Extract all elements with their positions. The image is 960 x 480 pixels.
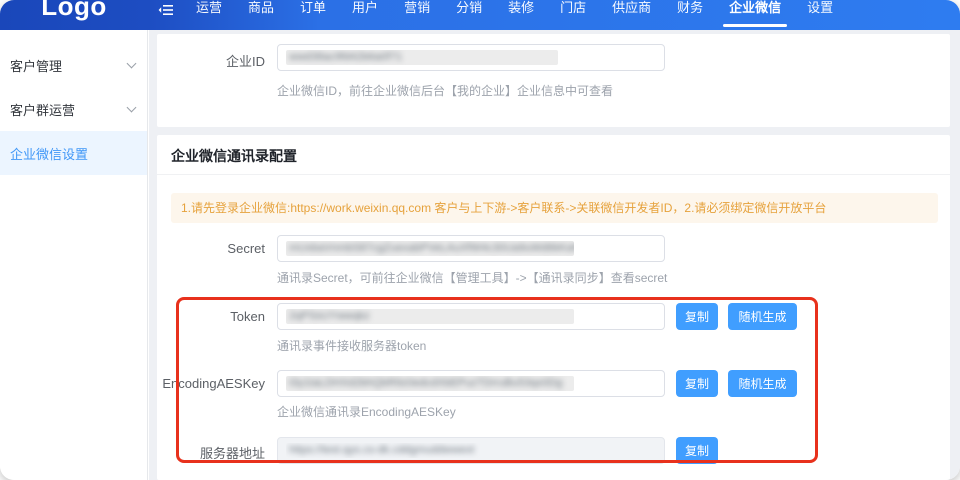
- token-random-generate-button[interactable]: 随机生成: [728, 303, 797, 330]
- top-navigation-bar: Logo 运营 商品 订单 用户 营销 分销 装修 门店 供应商 财务 企业微信…: [0, 0, 960, 30]
- corp-id-input[interactable]: wwd38ac9fd42b6a0f71: [277, 44, 665, 71]
- main-content: 企业ID wwd38ac9fd42b6a0f71 企业微信ID，前往企业微信后台…: [149, 30, 960, 480]
- corp-id-card: 企业ID wwd38ac9fd42b6a0f71 企业微信ID，前往企业微信后台…: [157, 34, 950, 127]
- app-window: Logo 运营 商品 订单 用户 营销 分销 装修 门店 供应商 财务 企业微信…: [0, 0, 960, 480]
- token-help: 通讯录事件接收服务器token: [277, 337, 426, 354]
- server-url-label: 服务器地址: [157, 443, 265, 462]
- secret-label: Secret: [157, 241, 265, 256]
- encoding-aes-key-help: 企业微信通讯录EncodingAESKey: [277, 403, 456, 420]
- logo[interactable]: Logo: [0, 0, 148, 30]
- secret-input[interactable]: mUxbaVnmbS87cgZuexabPVeLAuXfW4c30Ua9uWd6…: [277, 235, 665, 262]
- sidebar-item-label: 客户管理: [10, 56, 62, 75]
- nav-item-shezhi[interactable]: 设置: [794, 0, 846, 20]
- sidebar-item-customer-group-ops[interactable]: 客户群运营: [0, 87, 147, 131]
- token-label: Token: [157, 309, 265, 324]
- redacted-value: 2qPSsUYwwqkz: [286, 309, 574, 324]
- chevron-down-icon: [127, 102, 137, 112]
- encoding-aes-key-input[interactable]: t3y1taLDHXd2bhQbR9z0edcdXbEPuzTDrruBu53q…: [277, 370, 665, 397]
- contact-config-card: 企业微信通讯录配置 1.请先登录企业微信:https://work.weixin…: [157, 135, 950, 480]
- nav-item-dingdan[interactable]: 订单: [287, 0, 339, 20]
- token-input[interactable]: 2qPSsUYwwqkz: [277, 303, 665, 330]
- sidebar: 客户管理 客户群运营 企业微信设置: [0, 30, 148, 480]
- redacted-value: t3y1taLDHXd2bhQbR9z0edcdXbEPuzTDrruBu53q…: [286, 376, 574, 391]
- aeskey-random-generate-button[interactable]: 随机生成: [728, 370, 797, 397]
- sidebar-item-wecom-settings-active[interactable]: 企业微信设置: [0, 131, 147, 175]
- logo-text: Logo: [41, 0, 107, 21]
- sidebar-item-label: 客户群运营: [10, 100, 75, 119]
- nav-item-yonghu[interactable]: 用户: [339, 0, 391, 20]
- nav-item-zhuangxiu[interactable]: 装修: [495, 0, 547, 20]
- aeskey-copy-button[interactable]: 复制: [676, 370, 718, 397]
- encoding-aes-key-label: EncodingAESKey: [157, 376, 265, 391]
- token-copy-button[interactable]: 复制: [676, 303, 718, 330]
- corp-id-help: 企业微信ID，前往企业微信后台【我的企业】企业信息中可查看: [277, 82, 613, 99]
- top-menu: 运营 商品 订单 用户 营销 分销 装修 门店 供应商 财务 企业微信 设置: [148, 0, 960, 30]
- nav-item-mendian[interactable]: 门店: [547, 0, 599, 20]
- corp-id-label: 企业ID: [157, 51, 265, 70]
- server-url-copy-button[interactable]: 复制: [676, 437, 718, 464]
- warning-notice: 1.请先登录企业微信:https://work.weixin.qq.com 客户…: [171, 193, 938, 223]
- redacted-value: mUxbaVnmbS87cgZuexabPVeLAuXfW4c30Ua9uWd6…: [286, 241, 574, 256]
- sidebar-item-label: 企业微信设置: [10, 144, 88, 163]
- server-url-input: https://test.qys.cs-dk.cddgmuddwwext: [277, 437, 665, 464]
- secret-help: 通讯录Secret，可前往企业微信【管理工具】->【通讯录同步】查看secret: [277, 269, 667, 286]
- redacted-value: https://test.qys.cs-dk.cddgmuddwwext: [286, 443, 558, 458]
- nav-item-shangpin[interactable]: 商品: [235, 0, 287, 20]
- nav-item-qiyeweixin-active[interactable]: 企业微信: [716, 0, 794, 20]
- nav-item-gongyingshang[interactable]: 供应商: [599, 0, 664, 20]
- redacted-value: wwd38ac9fd42b6a0f71: [286, 50, 558, 65]
- section-title: 企业微信通讯录配置: [171, 146, 297, 166]
- nav-item-fenxiao[interactable]: 分销: [443, 0, 495, 20]
- section-divider: [157, 174, 950, 175]
- sidebar-item-customer-management[interactable]: 客户管理: [0, 43, 147, 87]
- nav-item-caiwu[interactable]: 财务: [664, 0, 716, 20]
- collapse-menu-icon[interactable]: [158, 2, 174, 18]
- nav-item-yingxiao[interactable]: 营销: [391, 0, 443, 20]
- chevron-down-icon: [127, 58, 137, 68]
- nav-item-yunying[interactable]: 运营: [183, 0, 235, 20]
